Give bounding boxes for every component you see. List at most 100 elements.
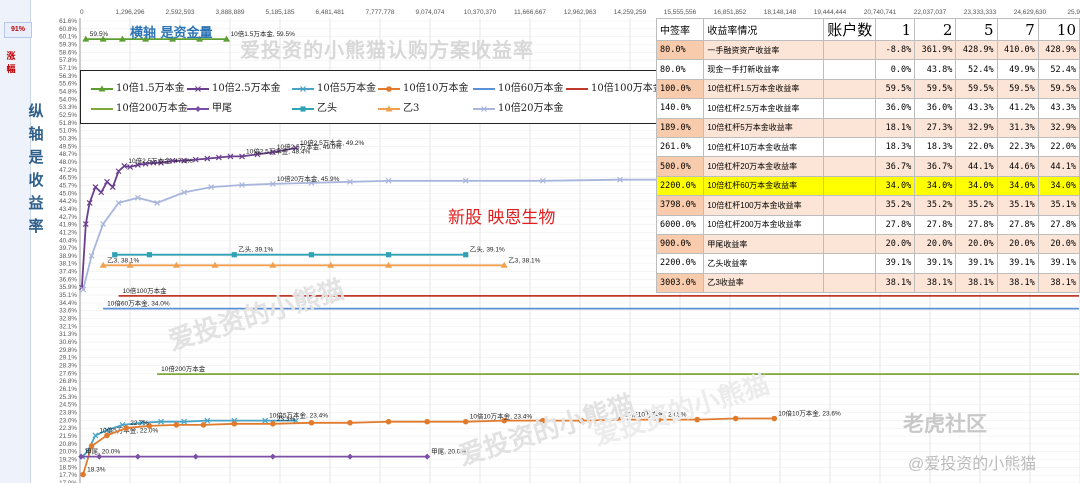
table-cell-rate: 261.0% [655, 136, 705, 158]
y-tick-label: 22.3% [59, 425, 77, 432]
table-cell-value: 20.0% [1037, 233, 1080, 255]
table-cell-value: 27.8% [1037, 214, 1080, 235]
table-cell-value: 39.1% [914, 253, 957, 274]
data-point [173, 422, 180, 428]
data-point [300, 105, 306, 112]
y-axis-title-char: 率 [28, 217, 44, 235]
y-tick-label: 36.6% [59, 276, 77, 283]
data-label: 22.7% [130, 420, 149, 427]
table-header-cell: 10 [1037, 18, 1080, 41]
table-cell-value: 59.5% [914, 78, 957, 100]
table-cell-value: 39.1% [955, 253, 998, 274]
table-cell-rate: 3003.0% [655, 272, 705, 294]
y-axis-title-char: 轴 [28, 125, 44, 143]
legend-label: 10倍200万本金 [116, 103, 188, 114]
table-row: 3798.0% 10倍杠杆100万本金收益率 35.2% 35.2% 35.2% 35.1… [655, 195, 1080, 216]
y-tick-label: 32.8% [59, 316, 77, 323]
table-cell-value: 34.0% [1037, 175, 1080, 197]
data-point [424, 418, 430, 425]
series-line [82, 178, 698, 290]
y-tick-label: 23.0% [59, 417, 77, 424]
updown-tag[interactable]: 涨幅 [4, 50, 18, 76]
y-tick-label: 34.4% [59, 300, 77, 307]
data-label: 18.3% [87, 467, 106, 474]
legend-item: 10倍60万本金 [473, 79, 563, 94]
y-tick-label: 41.2% [59, 229, 77, 236]
legend-item: 乙3 [378, 99, 419, 114]
y-tick-label: 61.6% [59, 18, 77, 25]
table-row: 500.0% 10倍杠杆20万本金收益率 36.7% 36.7% 44.1% 44.6% 4… [655, 156, 1080, 177]
table-cell-value: -8.8% [875, 39, 916, 61]
legend-item: 10倍10万本金 [378, 79, 468, 94]
table-cell-value: 38.1% [875, 272, 916, 294]
table-cell-value: 27.8% [875, 214, 916, 235]
y-tick-label: 51.0% [59, 128, 77, 135]
y-tick-label: 37.4% [59, 269, 77, 276]
y-tick-label: 57.8% [59, 57, 77, 64]
series-10倍2.5万本金: 10倍2.5万本金, 47.0%10倍2.5万本金, 48.4%10倍2.5万本… [79, 138, 365, 291]
y-tick-label: 54.0% [59, 96, 77, 103]
x-tick-label: 6,481,481 [316, 9, 345, 16]
table-row: 140.0% 10倍杠杆2.5万本金收益率 36.0% 36.0% 43.3% 41.2%… [655, 98, 1080, 119]
y-tick-label: 26.8% [59, 378, 77, 385]
table-cell-accounts [823, 175, 877, 197]
y-tick-label: 29.1% [59, 355, 77, 362]
data-point [231, 252, 237, 258]
series-乙3: 乙3, 38.1% 乙3, 38.1% [99, 256, 541, 268]
x-tick-label: 9,074,074 [416, 9, 445, 16]
table-cell-value: 31.3% [996, 117, 1039, 138]
table-cell-value: 34.0% [875, 175, 916, 197]
table-cell-value: 22.3% [996, 136, 1039, 158]
data-point [308, 419, 315, 426]
data-point [347, 453, 353, 460]
table-cell-value: 22.0% [1037, 136, 1080, 158]
table-cell-accounts [823, 136, 877, 158]
table-cell-value: 20.0% [875, 233, 916, 255]
x-tick-label: 14,259,259 [614, 9, 647, 16]
data-point [385, 252, 392, 258]
table-cell-label: 10倍杠杆5万本金收益率 [703, 117, 825, 138]
y-tick-label: 58.6% [59, 49, 77, 56]
x-tick-label: 2,592,593 [166, 9, 195, 16]
table-row: 6000.0% 10倍杠杆200万本金收益率 27.8% 27.8% 27.8% 27.8… [655, 214, 1080, 235]
data-label: 59.5% [90, 31, 109, 38]
data-point [462, 418, 469, 425]
table-cell-label: 10倍杠杆20万本金收益率 [703, 156, 825, 177]
data-point [424, 453, 431, 460]
table-cell-label: 一手融资资产收益率 [703, 39, 825, 61]
data-label: 乙3, 38.1% [107, 256, 139, 264]
data-label: 甲尾, 20.0% [85, 448, 120, 456]
table-cell-accounts [823, 156, 877, 177]
y-tick-label: 53.3% [59, 104, 77, 111]
table-row: 2200.0% 10倍杠杆60万本金收益率 34.0% 34.0% 34.0% 34.0%… [655, 175, 1080, 197]
pct-tag[interactable]: 91% [4, 22, 32, 38]
data-point [192, 453, 199, 460]
table-cell-value: 428.9% [955, 39, 998, 61]
table-cell-value: 52.4% [955, 59, 998, 80]
legend-swatch [378, 85, 400, 92]
y-tick-label: 43.4% [59, 206, 77, 213]
y-tick-label: 38.1% [59, 261, 77, 268]
table-row: 80.0% 现金一手打新收益率 0.0% 43.8% 52.4% 49.9% 52.4% [655, 59, 1080, 80]
data-label: 10倍10万本金, 23.6% [778, 409, 841, 418]
y-axis-title-char: 纵 [28, 102, 44, 120]
y-tick-label: 45.0% [59, 190, 77, 197]
legend-item: 10倍20万本金 [473, 99, 563, 114]
legend-label: 10倍10万本金 [403, 83, 469, 94]
x-tick-label: 5,185,185 [266, 9, 295, 16]
table-cell-value: 32.9% [955, 117, 998, 138]
data-point [463, 252, 469, 258]
y-tick-label: 17.7% [59, 472, 77, 479]
table-cell-rate: 189.0% [655, 117, 705, 138]
table-cell-value: 27.8% [914, 214, 957, 235]
table-header-cell: 账户数 [823, 18, 877, 41]
data-point [146, 252, 153, 258]
y-tick-label: 40.4% [59, 237, 77, 244]
table-cell-label: 10倍杠杆100万本金收益率 [703, 195, 825, 216]
table-cell-rate: 500.0% [655, 156, 705, 177]
table-cell-value: 36.7% [875, 156, 916, 177]
data-label: 23.3% [277, 416, 296, 423]
y-tick-label: 51.8% [59, 120, 77, 127]
table-cell-value: 18.1% [875, 117, 916, 138]
table-cell-value: 35.2% [875, 195, 916, 216]
